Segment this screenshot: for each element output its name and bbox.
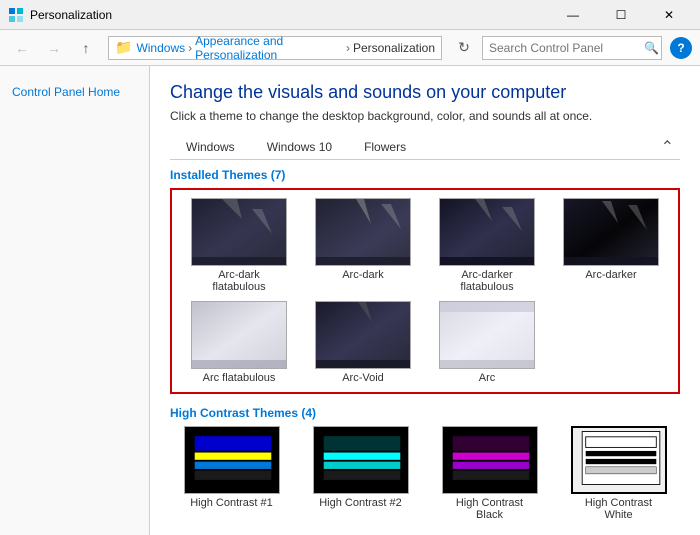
theme-arc-darker-flatabulous[interactable]: Arc-darker flatabulous xyxy=(428,198,546,293)
theme-label-2: Arc-dark xyxy=(342,269,384,281)
app-icon xyxy=(8,7,24,23)
theme-preview-2 xyxy=(316,199,411,266)
theme-label-5: Arc flatabulous xyxy=(203,372,276,384)
theme-label-hc2: High Contrast #2 xyxy=(319,497,402,509)
high-contrast-grid: High Contrast #1 High Contrast #2 xyxy=(170,426,680,521)
window-controls: — ☐ ✕ xyxy=(550,0,692,30)
theme-thumb-7 xyxy=(439,301,535,369)
minimize-button[interactable]: — xyxy=(550,0,596,30)
theme-preview-4 xyxy=(564,199,659,266)
title-bar: Personalization — ☐ ✕ xyxy=(0,0,700,30)
scroll-up-arrow[interactable]: ⌃ xyxy=(655,135,680,159)
theme-arc-darker[interactable]: Arc-darker xyxy=(552,198,670,293)
theme-hc-black[interactable]: High Contrast Black xyxy=(428,426,551,521)
theme-label-6: Arc-Void xyxy=(342,372,384,384)
theme-thumb-5 xyxy=(191,301,287,369)
refresh-button[interactable]: ↻ xyxy=(450,34,478,62)
tab-windows10[interactable]: Windows 10 xyxy=(251,136,348,158)
back-button[interactable]: ← xyxy=(8,34,36,62)
up-button[interactable]: ↑ xyxy=(72,34,100,62)
theme-hc2[interactable]: High Contrast #2 xyxy=(299,426,422,521)
search-box: 🔍 xyxy=(482,36,662,60)
sidebar-control-panel-home[interactable]: Control Panel Home xyxy=(0,78,149,107)
theme-label-7: Arc xyxy=(479,372,496,384)
maximize-button[interactable]: ☐ xyxy=(598,0,644,30)
search-icon: 🔍 xyxy=(644,41,659,55)
theme-thumb-hc3 xyxy=(442,426,538,494)
high-contrast-heading: High Contrast Themes (4) xyxy=(170,406,680,420)
tab-flowers[interactable]: Flowers xyxy=(348,136,422,158)
content-area: Change the visuals and sounds on your co… xyxy=(150,66,700,535)
window-title: Personalization xyxy=(30,8,550,22)
theme-arc-flatabulous[interactable]: Arc flatabulous xyxy=(180,301,298,384)
theme-label-3: Arc-darker flatabulous xyxy=(439,269,535,293)
theme-label-1: Arc-dark flatabulous xyxy=(191,269,287,293)
breadcrumb-control-panel[interactable]: Windows xyxy=(136,41,185,55)
theme-hc1[interactable]: High Contrast #1 xyxy=(170,426,293,521)
installed-themes-box: Arc-dark flatabulous xyxy=(170,188,680,394)
theme-hc-white[interactable]: High Contrast White xyxy=(557,426,680,521)
sidebar: Control Panel Home xyxy=(0,66,150,535)
page-subtitle: Click a theme to change the desktop back… xyxy=(170,109,680,123)
page-title: Change the visuals and sounds on your co… xyxy=(170,82,680,103)
help-button[interactable]: ? xyxy=(670,37,692,59)
theme-thumb-1 xyxy=(191,198,287,266)
breadcrumb: 📁 Windows › Appearance and Personalizati… xyxy=(108,36,442,60)
theme-preview-1 xyxy=(192,199,287,266)
theme-tabs: Windows Windows 10 Flowers ⌃ xyxy=(170,135,680,160)
search-input[interactable] xyxy=(489,41,644,55)
theme-thumb-4 xyxy=(563,198,659,266)
theme-preview-7 xyxy=(440,302,535,369)
theme-preview-3 xyxy=(440,199,535,266)
theme-arc-void[interactable]: Arc-Void xyxy=(304,301,422,384)
address-bar: ← → ↑ 📁 Windows › Appearance and Persona… xyxy=(0,30,700,66)
theme-preview-5 xyxy=(192,302,287,369)
theme-thumb-6 xyxy=(315,301,411,369)
theme-label-hc1: High Contrast #1 xyxy=(190,497,273,509)
main-layout: Control Panel Home Change the visuals an… xyxy=(0,66,700,535)
folder-icon: 📁 xyxy=(115,39,132,56)
tab-windows[interactable]: Windows xyxy=(170,136,251,158)
installed-themes-heading: Installed Themes (7) xyxy=(170,168,680,182)
breadcrumb-appearance[interactable]: Appearance and Personalization xyxy=(195,34,343,62)
breadcrumb-current: Personalization xyxy=(353,41,435,55)
close-button[interactable]: ✕ xyxy=(646,0,692,30)
theme-arc[interactable]: Arc xyxy=(428,301,546,384)
theme-label-hc3: High Contrast Black xyxy=(442,497,538,521)
installed-themes-grid: Arc-dark flatabulous xyxy=(180,198,670,384)
theme-thumb-hc4 xyxy=(571,426,667,494)
theme-preview-6 xyxy=(316,302,411,369)
theme-thumb-3 xyxy=(439,198,535,266)
theme-label-4: Arc-darker xyxy=(585,269,636,281)
theme-thumb-hc2 xyxy=(313,426,409,494)
theme-label-hc4: High Contrast White xyxy=(571,497,667,521)
theme-thumb-2 xyxy=(315,198,411,266)
theme-arc-dark-flatabulous[interactable]: Arc-dark flatabulous xyxy=(180,198,298,293)
forward-button[interactable]: → xyxy=(40,34,68,62)
theme-thumb-hc1 xyxy=(184,426,280,494)
theme-arc-dark[interactable]: Arc-dark xyxy=(304,198,422,293)
